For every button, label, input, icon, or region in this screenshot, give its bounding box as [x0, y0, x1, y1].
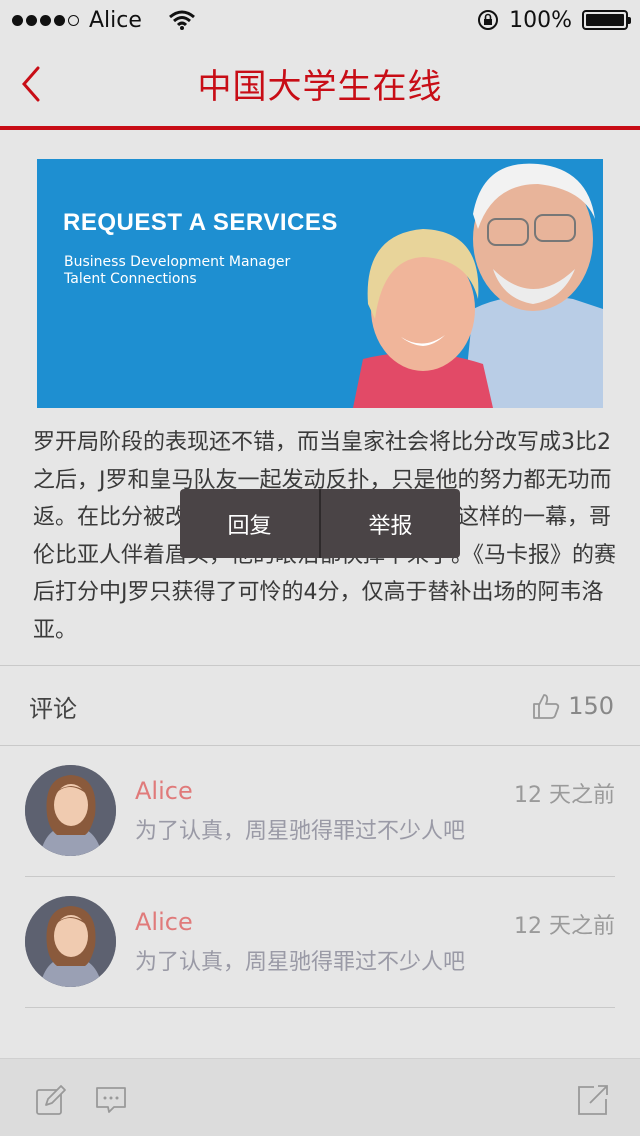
avatar[interactable] — [25, 896, 116, 987]
banner-headline: REQUEST A SERVICES — [63, 209, 338, 236]
signal-dots-icon — [12, 14, 79, 26]
share-icon[interactable] — [576, 1083, 610, 1117]
banner-sub-line-2: Talent Connections — [64, 271, 197, 287]
comment-divider — [25, 876, 615, 877]
banner-image[interactable]: REQUEST A SERVICES Business Development … — [37, 159, 603, 408]
page-title: 中国大学生在线 — [197, 66, 443, 107]
status-right: 100% — [477, 7, 631, 33]
like-count: 150 — [568, 692, 614, 720]
girl-avatar-icon — [25, 765, 116, 856]
avatar[interactable] — [25, 765, 116, 856]
banner-sub-line-1: Business Development Manager — [64, 254, 291, 270]
wifi-icon — [168, 10, 195, 30]
comment-item[interactable]: Alice 12 天之前 为了认真，周星驰得罪过不少人吧 — [25, 747, 615, 877]
battery-percent: 100% — [509, 7, 572, 33]
like-button[interactable]: 150 — [532, 692, 614, 720]
comment-item[interactable]: Alice 12 天之前 为了认真，周星驰得罪过不少人吧 — [25, 878, 615, 1008]
bottom-toolbar — [0, 1058, 640, 1136]
status-bar: Alice 100% — [0, 0, 640, 40]
divider — [0, 745, 640, 746]
nav-bar: 中国大学生在线 — [0, 40, 640, 130]
elderly-couple-photo — [353, 163, 603, 408]
comments-header: 评论 150 — [0, 666, 640, 746]
battery-icon — [582, 10, 631, 30]
rotation-lock-icon — [478, 10, 499, 30]
reply-button[interactable]: 回复 — [180, 489, 319, 558]
comment-time: 12 天之前 — [514, 914, 615, 939]
comment-text: 为了认真，周星驰得罪过不少人吧 — [135, 950, 466, 975]
banner-subtitle: Business Development Manager Talent Conn… — [64, 254, 290, 288]
status-left: Alice — [12, 8, 196, 33]
report-button[interactable]: 举报 — [321, 489, 460, 558]
comment-divider — [25, 1007, 615, 1008]
comment-time: 12 天之前 — [514, 783, 615, 808]
context-menu-popup: 回复 举报 — [180, 489, 460, 558]
edit-icon[interactable] — [34, 1083, 68, 1117]
comment-author[interactable]: Alice — [135, 908, 193, 936]
thumbs-up-icon — [533, 694, 560, 719]
comments-label: 评论 — [29, 694, 77, 723]
comment-text: 为了认真，周星驰得罪过不少人吧 — [135, 819, 466, 844]
comment-author[interactable]: Alice — [135, 777, 193, 805]
chevron-left-icon[interactable] — [14, 62, 50, 106]
carrier-name: Alice — [89, 7, 142, 33]
girl-avatar-icon — [25, 896, 116, 987]
comment-icon[interactable] — [94, 1083, 128, 1117]
